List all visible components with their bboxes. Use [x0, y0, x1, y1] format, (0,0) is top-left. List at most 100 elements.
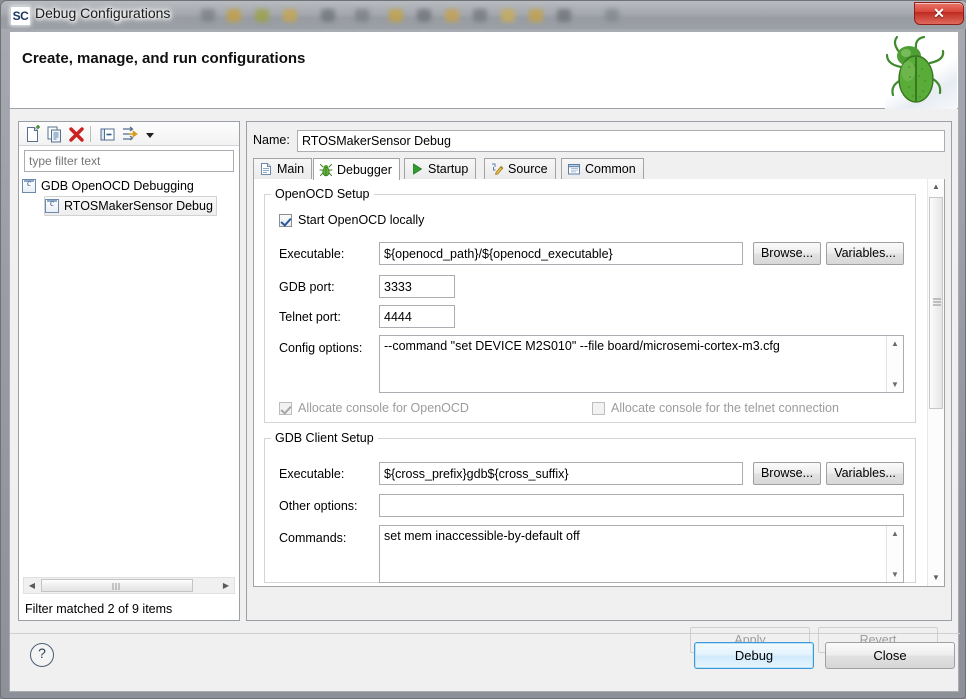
scroll-right-arrow-icon[interactable]: ▶ [218, 578, 234, 593]
background-toolbar-icon [255, 9, 269, 22]
gdb-port-label: GDB port: [279, 280, 335, 294]
page-title: Create, manage, and run configurations [22, 50, 306, 67]
commands-scrollbar[interactable]: ▲ ▼ [886, 526, 903, 582]
content-vertical-scrollbar[interactable]: ▲ ▼ [927, 179, 944, 586]
tab-label: Startup [428, 162, 469, 176]
title-bar: SC Debug Configurations ✕ [1, 1, 966, 29]
background-toolbar-icon [417, 9, 431, 22]
config-options-scrollbar[interactable]: ▲ ▼ [886, 336, 903, 392]
bug-icon [319, 163, 333, 177]
toolbar-separator [90, 126, 91, 142]
tab-main[interactable]: Main [253, 158, 313, 179]
dialog-header: Create, manage, and run configurations [9, 31, 959, 109]
configurations-tree[interactable]: GDB OpenOCD Debugging RTOSMakerSensor De… [22, 176, 238, 576]
scroll-grip-icon [933, 298, 941, 308]
app-logo-icon: SC [10, 6, 31, 26]
scroll-up-arrow-icon[interactable]: ▲ [887, 336, 903, 351]
tab-label: Common [585, 162, 636, 176]
debug-button[interactable]: Debug [694, 642, 814, 669]
dialog-body: GDB OpenOCD Debugging RTOSMakerSensor De… [9, 109, 960, 692]
filter-input[interactable] [24, 150, 234, 172]
openocd-browse-button[interactable]: Browse... [753, 242, 821, 265]
debugger-tab-content: OpenOCD Setup Start OpenOCD locally Exec… [253, 179, 945, 587]
debugger-form: OpenOCD Setup Start OpenOCD locally Exec… [254, 179, 924, 586]
background-toolbar-icon [605, 9, 619, 22]
openocd-executable-input[interactable] [379, 242, 743, 265]
scroll-down-arrow-icon[interactable]: ▼ [887, 377, 903, 392]
background-toolbar-icon [227, 9, 241, 22]
duplicate-configuration-icon[interactable] [45, 125, 65, 144]
scroll-up-arrow-icon[interactable]: ▲ [928, 179, 944, 195]
tree-item-label: GDB OpenOCD Debugging [41, 179, 194, 193]
green-bug-icon [885, 33, 957, 109]
tree-item-label: RTOSMakerSensor Debug [64, 199, 213, 213]
scroll-left-arrow-icon[interactable]: ◀ [24, 578, 40, 593]
background-toolbar-icon [321, 9, 335, 22]
gdb-port-input[interactable] [379, 275, 455, 298]
background-toolbar-icon [529, 9, 543, 22]
background-toolbar-icon [473, 9, 487, 22]
scroll-down-arrow-icon[interactable]: ▼ [887, 567, 903, 582]
scroll-down-arrow-icon[interactable]: ▼ [928, 570, 944, 586]
debug-configurations-window: SC Debug Configurations ✕ Create, manage… [0, 0, 966, 699]
start-openocd-locally-checkbox[interactable]: Start OpenOCD locally [279, 213, 424, 227]
checkbox-box [279, 213, 292, 227]
window-title: Debug Configurations [35, 5, 171, 21]
checkbox-label: Allocate console for OpenOCD [298, 401, 469, 415]
scroll-up-arrow-icon[interactable]: ▲ [887, 526, 903, 541]
background-toolbar-icon [557, 9, 571, 22]
gdb-executable-label: Executable: [279, 467, 345, 481]
tab-label: Main [277, 162, 305, 176]
background-toolbar-icon [389, 9, 403, 22]
document-icon [259, 162, 273, 176]
horizontal-scroll-thumb[interactable] [41, 579, 193, 592]
commands-textarea-wrapper: ▲ ▼ [379, 525, 904, 583]
tree-horizontal-scrollbar[interactable]: ◀ ▶ [23, 577, 235, 594]
gdb-variables-button[interactable]: Variables... [826, 462, 904, 485]
background-toolbar-icon [501, 9, 515, 22]
commands-textarea[interactable] [380, 526, 886, 582]
delete-configuration-icon[interactable] [67, 125, 87, 144]
allocate-console-telnet-checkbox: Allocate console for the telnet connecti… [592, 401, 839, 415]
close-icon: ✕ [933, 5, 945, 21]
openocd-variables-button[interactable]: Variables... [826, 242, 904, 265]
config-options-textarea[interactable] [380, 336, 886, 392]
vertical-scroll-thumb[interactable] [929, 197, 943, 409]
new-launch-configuration-icon[interactable] [23, 125, 43, 144]
tab-bar: Main Debugger Startup Source Common [253, 158, 945, 180]
scroll-grip-icon [112, 583, 122, 590]
config-options-textarea-wrapper: ▲ ▼ [379, 335, 904, 393]
tab-common[interactable]: Common [561, 158, 644, 179]
help-icon[interactable]: ? [30, 643, 54, 667]
edit-source-icon [490, 162, 504, 176]
configuration-icon [45, 198, 59, 213]
chevron-down-icon[interactable] [143, 125, 157, 144]
checkbox-label: Start OpenOCD locally [298, 213, 425, 227]
configuration-name-input[interactable] [297, 130, 945, 152]
configuration-type-icon [22, 178, 36, 193]
configuration-name-row: Name: [253, 130, 945, 152]
window-close-button[interactable]: ✕ [914, 2, 964, 25]
config-options-label: Config options: [279, 341, 363, 355]
background-toolbar-icon [355, 9, 369, 22]
other-options-input[interactable] [379, 494, 904, 517]
tab-source[interactable]: Source [484, 158, 556, 179]
openocd-setup-legend: OpenOCD Setup [275, 187, 370, 201]
checkbox-box [592, 401, 605, 415]
tab-startup[interactable]: Startup [404, 158, 477, 179]
close-dialog-button[interactable]: Close [825, 642, 955, 669]
tab-debugger[interactable]: Debugger [313, 158, 400, 180]
gdb-client-setup-legend: GDB Client Setup [275, 431, 374, 445]
gdb-browse-button[interactable]: Browse... [753, 462, 821, 485]
tree-item-gdb-openocd-debugging[interactable]: GDB OpenOCD Debugging [22, 176, 238, 196]
gdb-client-setup-group: GDB Client Setup Executable: Browse... V… [264, 431, 916, 583]
filter-icon[interactable] [120, 125, 140, 144]
tree-item-rtosmakersensor-debug[interactable]: RTOSMakerSensor Debug [44, 196, 217, 216]
background-toolbar-icon [201, 9, 215, 22]
tab-label: Debugger [337, 162, 392, 177]
collapse-all-icon[interactable] [98, 125, 118, 144]
gdb-executable-input[interactable] [379, 462, 743, 485]
openocd-setup-group: OpenOCD Setup Start OpenOCD locally Exec… [264, 187, 916, 423]
telnet-port-input[interactable] [379, 305, 455, 328]
checkbox-label: Allocate console for the telnet connecti… [611, 401, 839, 415]
